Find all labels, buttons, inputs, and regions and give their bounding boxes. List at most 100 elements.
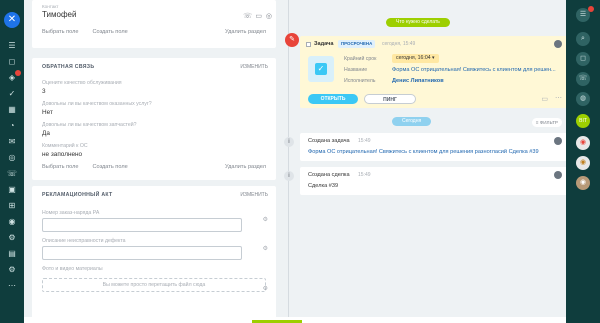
menu-icon[interactable]: ☰ (6, 40, 18, 52)
claim-card-title: РЕКЛАМАЦИОННЫЙ АКТ (42, 192, 113, 198)
tasks-icon[interactable]: ✓ (6, 88, 18, 100)
chat-icon[interactable]: ◻ (576, 52, 590, 66)
field-value: Да (42, 130, 50, 137)
field-label: Оцените качество обслуживания (42, 80, 122, 86)
details-column: Контакт Тимофей ☏ ▭ ◎ Выбрать поле Созда… (32, 0, 276, 323)
task-card: Задача ПРОСРОЧЕНА сегодня, 15:49 ✓ Крайн… (300, 36, 568, 108)
contact-center-icon[interactable]: ☏ (6, 168, 18, 180)
drive-icon[interactable]: ◔ (6, 120, 18, 132)
task-checkbox[interactable] (306, 42, 311, 47)
task-type: Задача (314, 41, 334, 47)
mail-icon[interactable]: ✉ (6, 136, 18, 148)
field-label: Довольны ли вы качеством запчастей? (42, 122, 137, 128)
sites-icon[interactable]: ▣ (6, 184, 18, 196)
task-icon: ✎ (285, 33, 299, 47)
info-icon: i (284, 137, 294, 147)
chevron-down-icon: ▾ (432, 55, 435, 61)
defect-description-input[interactable] (42, 246, 242, 260)
field-value: не заполнено (42, 151, 83, 158)
avatar (554, 171, 562, 179)
avatar[interactable]: ◉ (576, 176, 590, 190)
feedback-card-title: ОБРАТНАЯ СВЯЗЬ (42, 64, 95, 70)
task-image: ✓ (308, 56, 334, 82)
claim-act-card: РЕКЛАМАЦИОННЫЙ АКТ изменить Номер заказ-… (32, 186, 276, 323)
phone-icon[interactable]: ☏ (243, 12, 252, 20)
timeline-event: Создана задача 15:49 Форма ОС отрицатель… (300, 133, 568, 161)
todo-pill: Что нужно сделать (386, 18, 450, 27)
field-label: Номер заказ-наряда РА (42, 210, 100, 216)
create-field-link[interactable]: Создать поле (92, 29, 127, 35)
avatar (554, 137, 562, 145)
deadline-value[interactable]: сегодня, 16:04 ▾ (392, 54, 439, 63)
filter-icon: ≡ (535, 120, 539, 125)
search-icon[interactable]: ⌕ (576, 32, 590, 46)
comment-icon[interactable]: ▭ (541, 95, 548, 103)
close-icon[interactable]: ✕ (4, 12, 20, 28)
event-time: 15:49 (358, 138, 371, 144)
timeline-column: Что нужно сделать ✎ Задача ПРОСРОЧЕНА се… (280, 0, 568, 323)
more-icon[interactable]: ⋯ (6, 280, 18, 292)
contact-card: Контакт Тимофей ☏ ▭ ◎ Выбрать поле Созда… (32, 0, 276, 48)
name-label: Название (344, 67, 368, 73)
field-value: 3 (42, 88, 46, 95)
feedback-card: ОБРАТНАЯ СВЯЗЬ изменить Оцените качество… (32, 58, 276, 180)
delete-section-link[interactable]: Удалить раздел (225, 164, 266, 170)
calls-icon[interactable]: ☏ (576, 72, 590, 86)
event-title: Создана сделка (308, 172, 350, 178)
deadline-label: Крайний срок (344, 56, 377, 62)
contact-card-footer: Выбрать поле Создать поле Удалить раздел (42, 29, 266, 35)
contact-label: Контакт (42, 4, 59, 9)
delete-section-link[interactable]: Удалить раздел (225, 29, 266, 35)
gear-icon[interactable]: ⚙ (263, 285, 268, 292)
contact-name[interactable]: Тимофей (42, 10, 266, 19)
timeline-line (288, 0, 289, 323)
choose-field-link[interactable]: Выбрать поле (42, 29, 78, 35)
mail-icon[interactable]: ◎ (266, 12, 272, 20)
feedback-edit-link[interactable]: изменить (240, 64, 268, 70)
chat-icon[interactable]: ◻ (6, 56, 18, 68)
open-lines-icon[interactable]: ◍ (576, 92, 590, 106)
info-icon: i (284, 171, 294, 181)
file-dropzone[interactable]: Вы можете просто перетащить файл сюда (42, 278, 266, 292)
marketing-icon[interactable]: ◉ (6, 216, 18, 228)
calendar-icon[interactable]: ▦ (6, 104, 18, 116)
settings-icon[interactable]: ⚙ (6, 264, 18, 276)
avatar (554, 40, 562, 48)
more-icon[interactable]: ⋯ (555, 94, 562, 102)
open-button[interactable]: ОТКРЫТЬ (308, 94, 358, 104)
event-text: Сделка #39 (308, 183, 339, 189)
choose-field-link[interactable]: Выбрать поле (42, 164, 78, 170)
task-name-link[interactable]: Форма ОС отрицательная! Свяжитесь с клие… (392, 67, 556, 73)
create-field-link[interactable]: Создать поле (92, 164, 127, 170)
today-pill: Сегодня (392, 117, 432, 126)
gear-icon[interactable]: ⚙ (263, 245, 268, 252)
gear-icon[interactable]: ⚙ (263, 216, 268, 223)
automation-icon[interactable]: ⚙ (6, 232, 18, 244)
company-icon[interactable]: ▤ (6, 248, 18, 260)
claim-edit-link[interactable]: изменить (240, 192, 268, 198)
bitrix-bot-icon[interactable]: BIT (576, 114, 590, 128)
event-link[interactable]: Форма ОС отрицательная! Свяжитесь с клие… (308, 149, 539, 155)
crm-icon[interactable]: ◎ (6, 152, 18, 164)
overdue-badge: ПРОСРОЧЕНА (338, 40, 376, 48)
avatar[interactable]: ◉ (576, 136, 590, 150)
field-label: Фото и видео материалы (42, 266, 103, 272)
feedback-card-footer: Выбрать поле Создать поле Удалить раздел (42, 164, 266, 170)
field-label: Комментарий к ОС (42, 143, 88, 149)
order-number-input[interactable] (42, 218, 242, 232)
ping-button[interactable]: ПИНГ (364, 94, 416, 104)
right-rail: ☰ ⌕ ◻ ☏ ◍ BIT ◉ ◉ ◉ (566, 0, 600, 323)
notification-badge (588, 6, 594, 12)
filter-button[interactable]: ≡ ФИЛЬТР (531, 118, 562, 127)
avatar[interactable]: ◉ (576, 156, 590, 170)
check-icon: ✓ (315, 63, 327, 75)
notification-badge (15, 70, 21, 76)
message-icon[interactable]: ▭ (255, 12, 262, 20)
deal-slider-panel: Контакт Тимофей ☏ ▭ ◎ Выбрать поле Созда… (24, 0, 568, 323)
store-icon[interactable]: ⊞ (6, 200, 18, 212)
left-nav-rail: ✕ ☰ ◻ ◈ ✓ ▦ ◔ ✉ ◎ ☏ ▣ ⊞ ◉ ⚙ ▤ ⚙ ⋯ (0, 0, 24, 323)
executor-link[interactable]: Денис Липатников (392, 78, 444, 84)
event-time: 15:49 (358, 172, 371, 178)
field-value: Нет (42, 109, 53, 116)
field-label: Описание неисправности дефекта (42, 238, 126, 244)
